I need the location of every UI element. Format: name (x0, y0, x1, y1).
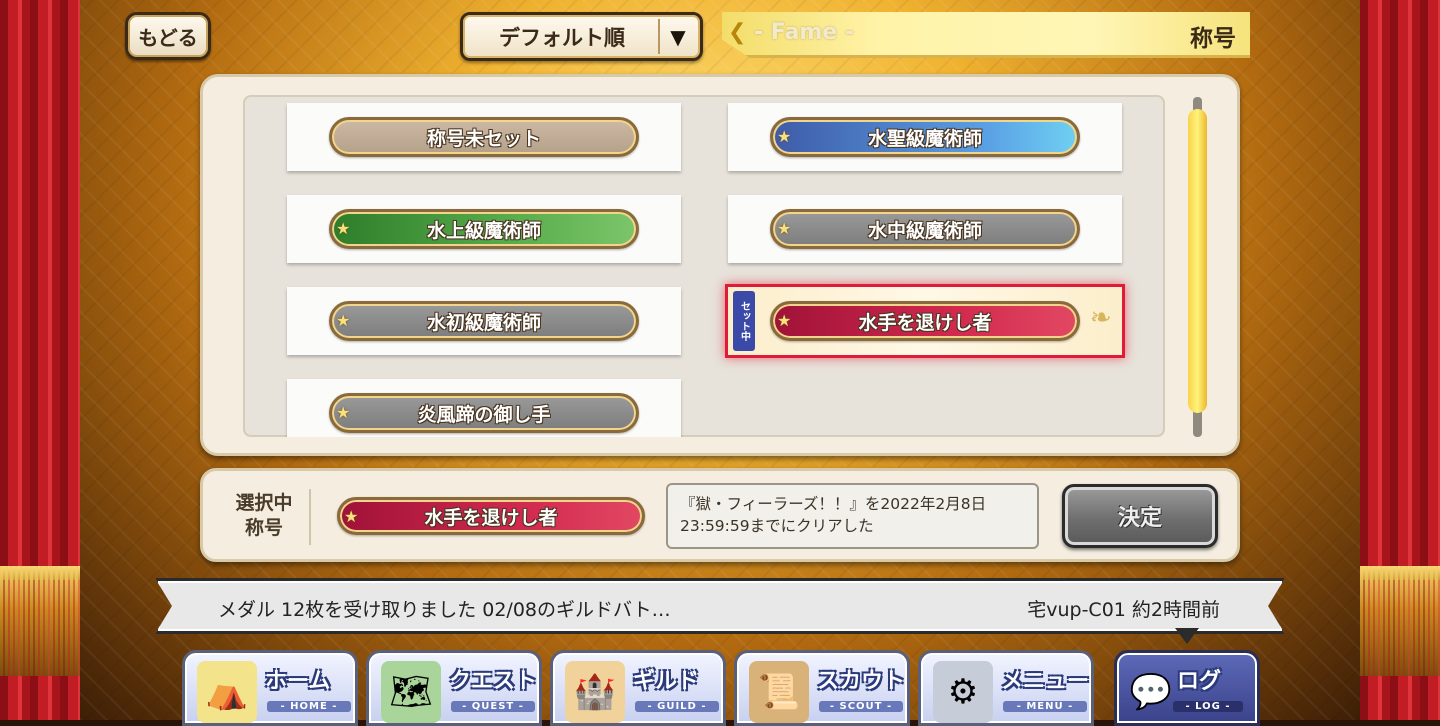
title-label: 水聖級魔術師 (867, 127, 982, 150)
title-card-equipped[interactable]: セット中 ❧ ★ 水手を退けし者 (728, 287, 1122, 355)
star-icon: ★ (336, 219, 351, 238)
title-description: 『獄・フィーラーズ！！』を2022年2月8日23:59:59までにクリアした (666, 483, 1039, 549)
fame-banner-english: - Fame - (754, 20, 855, 45)
chat-log-meta: 宅vup-C01 約2時間前 (1027, 599, 1220, 621)
nav-sublabel: - QUEST - (451, 701, 535, 712)
title-plate: 称号未セット (329, 117, 639, 157)
fame-banner-title: 称号 (1190, 26, 1236, 52)
selected-title-heading: 選択中称号 (219, 489, 311, 545)
curtain-fringe (1360, 566, 1440, 676)
title-plate: ★ 水上級魔術師 (329, 209, 639, 249)
curtain-left (0, 0, 80, 720)
nav-label: スカウト (817, 669, 906, 694)
title-plate: ★ 水聖級魔術師 (770, 117, 1080, 157)
castle-icon: 🏰 (565, 661, 625, 723)
title-card[interactable]: 称号未セット (287, 103, 681, 171)
equipped-tag: セット中 (733, 291, 755, 351)
title-card[interactable]: ★ 水中級魔術師 (728, 195, 1122, 263)
title-label: 称号未セット (426, 127, 541, 150)
gear-icon: ⚙ (933, 661, 993, 723)
fame-banner: ❮ - Fame - 称号 (722, 12, 1250, 58)
title-plate: ★ 炎風蹄の御し手 (329, 393, 639, 433)
nav-label: ギルド (633, 669, 700, 694)
title-card[interactable]: ★ 炎風蹄の御し手 (287, 379, 681, 437)
star-icon: ★ (336, 311, 351, 330)
sort-dropdown[interactable]: デフォルト順 ▼ (460, 12, 703, 61)
star-icon: ★ (777, 127, 792, 146)
title-label: 炎風蹄の御し手 (417, 403, 551, 426)
nav-label: ログ (1177, 669, 1222, 694)
title-card[interactable]: ★ 水初級魔術師 (287, 287, 681, 355)
title-list[interactable]: 称号未セット ★ 水聖級魔術師 ★ 水上級魔術師 ★ 水中級魔術師 ★ 水初級魔… (243, 95, 1165, 437)
title-label: 水中級魔術師 (867, 219, 982, 242)
title-label: 水手を退けし者 (858, 311, 992, 334)
nav-tab-guild[interactable]: 🏰 ギルド - GUILD - (550, 650, 726, 726)
nav-sublabel: - HOME - (267, 701, 351, 712)
scrollbar-track[interactable] (1188, 97, 1207, 437)
title-plate: ★ 水手を退けし者 (770, 301, 1080, 341)
back-button[interactable]: もどる (125, 12, 211, 60)
title-list-panel: 称号未セット ★ 水聖級魔術師 ★ 水上級魔術師 ★ 水中級魔術師 ★ 水初級魔… (200, 74, 1240, 456)
swirl-ornament-icon: ❧ (1090, 303, 1112, 333)
selected-title-plate: ★ 水手を退けし者 (337, 497, 645, 535)
nav-label: クエスト (449, 669, 538, 694)
curtain-right (1360, 0, 1440, 720)
title-card[interactable]: ★ 水上級魔術師 (287, 195, 681, 263)
nav-sublabel: - LOG - (1173, 701, 1243, 712)
selected-title-heading-text: 選択中称号 (235, 492, 293, 539)
selected-title-panel: 選択中称号 ★ 水手を退けし者 『獄・フィーラーズ！！』を2022年2月8日23… (200, 468, 1240, 562)
nav-label: ホーム (265, 669, 331, 694)
nav-tab-log[interactable]: 💬 ログ - LOG - (1114, 650, 1260, 726)
nav-sublabel: - MENU - (1003, 701, 1087, 712)
chat-log-pointer (1175, 628, 1199, 644)
nav-tab-quest[interactable]: 🗺 クエスト - QUEST - (366, 650, 542, 726)
map-icon: 🗺 (381, 661, 441, 723)
nav-sublabel: - SCOUT - (819, 701, 903, 712)
star-icon: ★ (777, 311, 792, 330)
nav-label: メニュー (1001, 669, 1090, 694)
star-icon: ★ (344, 507, 359, 526)
sort-dropdown-label: デフォルト順 (499, 25, 625, 50)
chat-log-message: メダル 12枚を受け取りました 02/08のギルドバト… (218, 599, 671, 621)
nav-tab-home[interactable]: ⛺ ホーム - HOME - (182, 650, 358, 726)
swirl-ornament-icon: ❮ (728, 20, 747, 45)
nav-tab-menu[interactable]: ⚙ メニュー - MENU - (918, 650, 1094, 726)
chat-log-banner[interactable]: メダル 12枚を受け取りました 02/08のギルドバト… 宅vup-C01 約2… (155, 578, 1285, 634)
chat-bubble-icon: 💬 (1129, 672, 1173, 712)
title-card[interactable]: ★ 水聖級魔術師 (728, 103, 1122, 171)
title-label: 水上級魔術師 (426, 219, 541, 242)
title-plate: ★ 水初級魔術師 (329, 301, 639, 341)
title-label: 水初級魔術師 (426, 311, 541, 334)
nav-tab-scout[interactable]: 📜 スカウト - SCOUT - (734, 650, 910, 726)
title-plate: ★ 水中級魔術師 (770, 209, 1080, 249)
scrollbar-thumb[interactable] (1188, 109, 1207, 413)
tent-icon: ⛺ (197, 661, 257, 723)
selected-title-label: 水手を退けし者 (424, 506, 558, 529)
curtain-fringe (0, 566, 80, 676)
decide-button[interactable]: 決定 (1062, 484, 1218, 548)
scroll-icon: 📜 (749, 661, 809, 723)
dropdown-arrow-icon[interactable]: ▼ (658, 19, 696, 54)
star-icon: ★ (777, 219, 792, 238)
nav-sublabel: - GUILD - (635, 701, 719, 712)
star-icon: ★ (336, 403, 351, 422)
